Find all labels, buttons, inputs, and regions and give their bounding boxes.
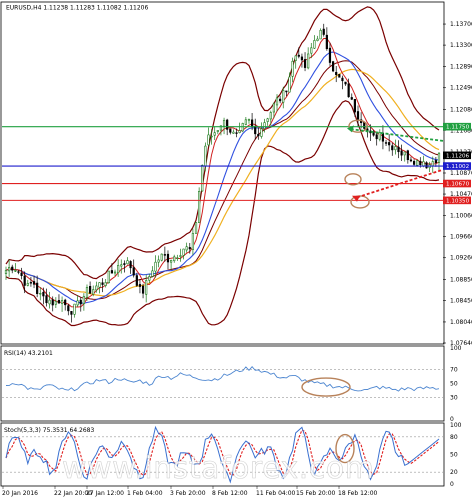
stoch-axis-label: 100 — [450, 422, 462, 429]
price-tag-label: 1.11750 — [446, 125, 470, 131]
candle — [331, 60, 335, 73]
stoch-axis-label: 80 — [450, 434, 458, 441]
time-axis-label: 27 Jan 12:00 — [86, 490, 124, 497]
trading-chart: 1.137001.133001.128901.124901.120801.116… — [0, 0, 472, 500]
rsi-label: RSI(14) 43.2101 — [4, 350, 53, 357]
stoch-axis-label: 20 — [450, 469, 458, 476]
time-axis-label: 8 Feb 12:00 — [212, 490, 248, 497]
candle — [107, 270, 110, 284]
price-axis-label: 1.13300 — [450, 42, 472, 49]
price-axis-label: 1.10870 — [450, 170, 472, 177]
rsi-axis-label: 70 — [450, 366, 458, 373]
candle — [201, 164, 204, 192]
price-tag-label: 1.11002 — [446, 164, 469, 170]
rsi-axis-label: 50 — [450, 381, 458, 388]
time-axis-label: 18 Feb 12:00 — [338, 490, 378, 497]
price-axis-label: 1.13700 — [450, 21, 472, 28]
price-axis-label: 1.12890 — [450, 64, 472, 71]
candle — [194, 221, 198, 234]
time-axis-label: 15 Feb 20:00 — [296, 490, 336, 497]
candle — [241, 122, 244, 133]
stoch-axis-label: 0 — [450, 481, 454, 488]
time-axis-label: 11 Feb 04:00 — [256, 490, 296, 497]
chart-header: EURUSD,H4 1.11238 1.11283 1.11082 1.1120… — [6, 5, 148, 12]
candle — [160, 253, 163, 262]
price-axis-label: 1.12080 — [450, 106, 472, 113]
price-axis-label: 1.12490 — [450, 85, 472, 92]
watermark: www.instaforex.com — [62, 451, 374, 486]
price-tag-label: 1.11206 — [446, 153, 470, 159]
rsi-axis-label: 100 — [450, 345, 462, 352]
price-axis-label: 1.09260 — [450, 255, 472, 262]
price-tag-label: 1.10670 — [446, 182, 470, 188]
price-axis-label: 1.09660 — [450, 234, 472, 241]
price-axis-label: 1.08040 — [450, 319, 472, 326]
candle — [338, 74, 341, 78]
price-axis-label: 1.08450 — [450, 297, 472, 304]
candle — [363, 121, 366, 130]
stoch-label: Stoch(5,3,3) 75.3531 64.2683 — [4, 427, 95, 434]
price-axis-label: 1.10060 — [450, 213, 472, 220]
time-axis-label: 20 Jan 2016 — [2, 490, 38, 497]
price-axis-label: 1.08850 — [450, 276, 472, 283]
candle — [198, 187, 201, 223]
stoch-axis-label: 50 — [450, 452, 458, 459]
price-tag-label: 1.10350 — [446, 198, 470, 204]
time-axis-label: 1 Feb 04:00 — [127, 490, 163, 497]
candle — [425, 161, 428, 169]
rsi-axis-label: 30 — [450, 395, 458, 402]
time-axis-label: 3 Feb 20:00 — [170, 490, 206, 497]
